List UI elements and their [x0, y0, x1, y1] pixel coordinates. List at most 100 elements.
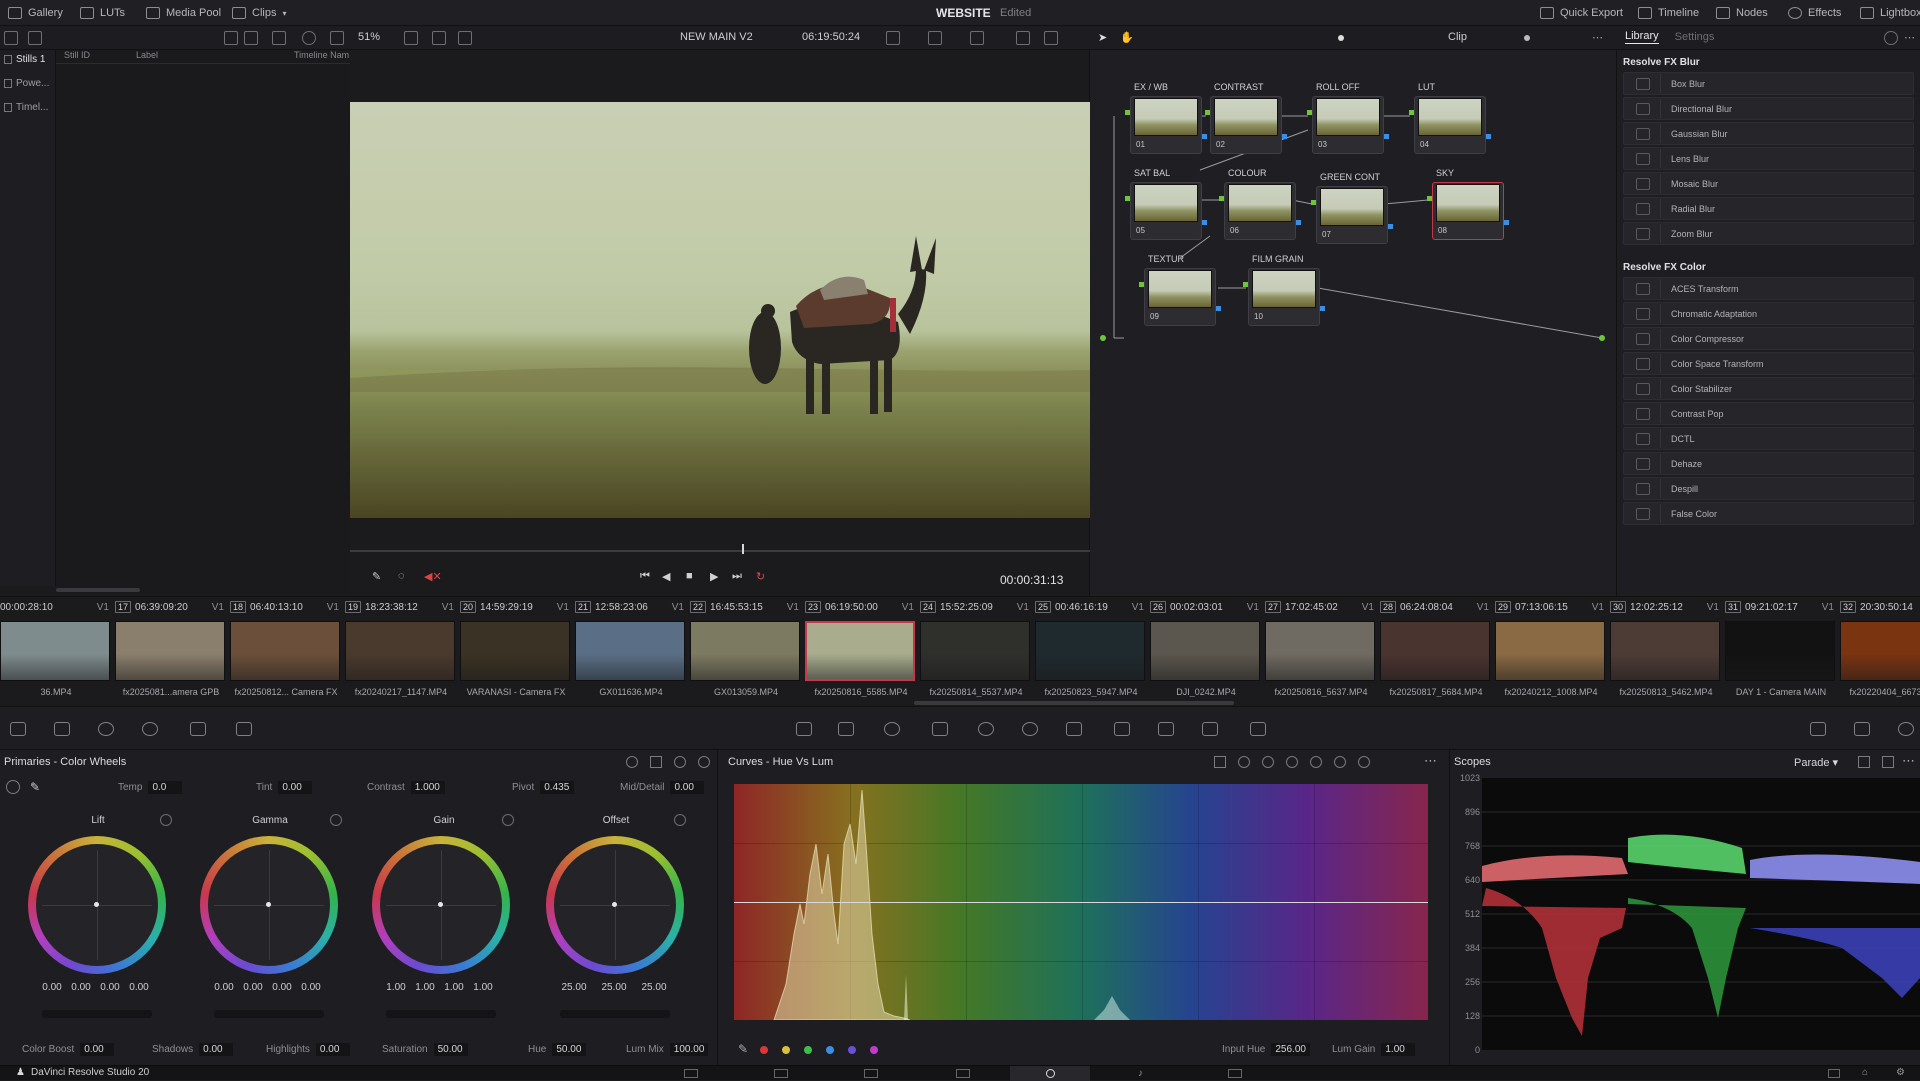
project-manager-icon[interactable] [1828, 1069, 1840, 1078]
timeline-clip[interactable]: 18 06:40:13:10 V1 fx20250812... Camera FX [230, 597, 345, 707]
tab-luts[interactable]: LUTs [80, 0, 125, 26]
timeline-clip[interactable]: 27 17:02:45:02 V1 fx20250816_5637.MP4 [1265, 597, 1380, 707]
timecode-display[interactable]: 06:19:50:24 [802, 31, 860, 43]
timeline-clip[interactable]: 00:00:28:10 V1 36.MP4 [0, 597, 115, 707]
tab-media-pool[interactable]: Media Pool [146, 0, 221, 26]
key-icon[interactable] [1114, 722, 1130, 736]
sidebar-item-timeline[interactable]: Timel... [0, 98, 55, 116]
hue-swatch[interactable] [848, 1046, 856, 1054]
hdr-icon[interactable] [142, 722, 158, 736]
clip-thumbnail[interactable] [1610, 621, 1720, 681]
qualifier-icon[interactable] [884, 722, 900, 736]
library-item-color-compressor[interactable]: Color Compressor [1623, 327, 1914, 350]
undo-icon[interactable] [698, 756, 710, 768]
offset-wheel-handle[interactable] [612, 902, 617, 907]
gamma-values[interactable]: 0.00 0.00 0.00 0.00 [212, 982, 323, 993]
library-item-lens-blur[interactable]: Lens Blur [1623, 147, 1914, 170]
clip-thumbnail[interactable] [1495, 621, 1605, 681]
lightbox-button[interactable]: Lightbox [1860, 0, 1920, 26]
timeline-clip[interactable]: 30 12:02:25:12 V1 fx20250813_5462.MP4 [1610, 597, 1725, 707]
section-resolve-fx-blur[interactable]: Resolve FX Blur [1617, 54, 1920, 70]
timeline-clip[interactable]: 28 06:24:08:04 V1 fx20250817_5684.MP4 [1380, 597, 1495, 707]
scope-expand-icon[interactable] [1882, 756, 1894, 768]
viewer-mode-icon[interactable] [886, 31, 900, 45]
node-colour[interactable]: COLOUR 06 [1219, 168, 1301, 240]
section-resolve-fx-color[interactable]: Resolve FX Color [1617, 259, 1920, 275]
clip-thumbnail[interactable] [230, 621, 340, 681]
node-dot-icon[interactable] [1338, 35, 1344, 41]
highlights-field[interactable]: Highlights 0.00 [266, 1042, 350, 1057]
curve-lum-icon[interactable] [1286, 756, 1298, 768]
eyedropper-icon[interactable]: ✎ [372, 570, 384, 583]
mute-icon[interactable]: ◀✕ [424, 570, 442, 583]
clip-thumbnail[interactable] [690, 621, 800, 681]
gain-reset-icon[interactable] [502, 814, 514, 826]
library-item-zoom-blur[interactable]: Zoom Blur [1623, 222, 1914, 245]
curve-view-icon[interactable] [1214, 756, 1226, 768]
node-green-cont[interactable]: GREEN CONT 07 [1311, 172, 1393, 244]
page-fusion-icon[interactable] [956, 1069, 970, 1078]
node-contrast[interactable]: CONTRAST 02 [1205, 82, 1287, 154]
magnifier-icon[interactable] [302, 31, 316, 45]
curve-sat-sat-icon[interactable] [1310, 756, 1322, 768]
timeline-clip[interactable]: 31 09:21:02:17 V1 DAY 1 - Camera MAIN [1725, 597, 1840, 707]
pointer-icon[interactable]: ➤ [1098, 31, 1112, 45]
window-icon[interactable] [932, 722, 948, 736]
hue-swatch[interactable] [870, 1046, 878, 1054]
library-item-directional-blur[interactable]: Directional Blur [1623, 97, 1914, 120]
split-view-icon[interactable] [404, 31, 418, 45]
home-icon[interactable]: ⌂ [1862, 1067, 1868, 1078]
transform-icon[interactable] [970, 31, 984, 45]
scopes-overlay-icon[interactable] [928, 31, 942, 45]
library-item-color-stabilizer[interactable]: Color Stabilizer [1623, 377, 1914, 400]
library-item-dctl[interactable]: DCTL [1623, 427, 1914, 450]
saturation-field[interactable]: Saturation 50.00 [382, 1042, 468, 1057]
zoom-level[interactable]: 51% [358, 31, 380, 43]
timeline-clip[interactable]: 23 06:19:50:00 V1 fx20250816_5585.MP4 [805, 597, 920, 707]
node-editor[interactable]: EX / WB 01 CONTRAST 02 ROLL OFF 03 LUT 04 SA… [1090, 50, 1616, 596]
stop-icon[interactable]: ■ [686, 570, 698, 582]
input-hue-field[interactable]: Input Hue 256.00 [1222, 1042, 1310, 1057]
stills-scrollbar[interactable] [56, 586, 350, 594]
curve-sat-icon[interactable] [1262, 756, 1274, 768]
list-view-icon[interactable] [244, 31, 258, 45]
library-item-box-blur[interactable]: Box Blur [1623, 72, 1914, 95]
hue-swatch[interactable] [804, 1046, 812, 1054]
go-to-start-icon[interactable]: ⏮ [640, 570, 652, 582]
clip-strip-scrollbar[interactable] [914, 701, 1234, 705]
tracker-icon[interactable] [978, 722, 994, 736]
viewer-scrubber[interactable] [350, 550, 1090, 552]
offset-reset-icon[interactable] [674, 814, 686, 826]
lum-gain-field[interactable]: Lum Gain 1.00 [1332, 1042, 1416, 1057]
settings-gear-icon[interactable]: ⚙ [1896, 1067, 1905, 1078]
timeline-clip[interactable]: 24 15:52:25:09 V1 fx20250814_5537.MP4 [920, 597, 1035, 707]
clip-thumbnail[interactable] [920, 621, 1030, 681]
scope-settings-icon[interactable] [1858, 756, 1870, 768]
effects-button[interactable]: Effects [1788, 0, 1841, 26]
camera-raw-icon[interactable] [54, 722, 70, 736]
color-warper-icon[interactable] [10, 722, 26, 736]
sizing-icon[interactable] [1158, 722, 1174, 736]
sidebar-toggle-icon[interactable] [4, 31, 18, 45]
curve-line[interactable] [734, 902, 1428, 903]
clip-thumbnail[interactable] [1725, 621, 1835, 681]
page-cut-icon[interactable] [774, 1069, 788, 1078]
scope-mode-selector[interactable]: Parade ▾ [1794, 756, 1838, 769]
clip-thumbnail[interactable] [1035, 621, 1145, 681]
gamma-reset-icon[interactable] [330, 814, 342, 826]
scopes-icon[interactable] [1854, 722, 1870, 736]
hue-swatch[interactable] [826, 1046, 834, 1054]
clip-thumbnail[interactable] [115, 621, 225, 681]
library-item-color-space-transform[interactable]: Color Space Transform [1623, 352, 1914, 375]
nodes-button[interactable]: Nodes [1716, 0, 1768, 26]
offset-master-slider[interactable] [560, 1010, 670, 1018]
lift-master-slider[interactable] [42, 1010, 152, 1018]
node-sat-bal[interactable]: SAT BAL 05 [1125, 168, 1207, 240]
viewer-playhead[interactable] [742, 544, 745, 554]
library-item-mosaic-blur[interactable]: Mosaic Blur [1623, 172, 1914, 195]
tab-clips[interactable]: Clips ▾ [232, 0, 286, 26]
lift-reset-icon[interactable] [160, 814, 172, 826]
page-media-icon[interactable] [684, 1069, 698, 1078]
loop-mark-icon[interactable]: ◌ [398, 570, 410, 582]
tab-settings[interactable]: Settings [1675, 31, 1715, 43]
